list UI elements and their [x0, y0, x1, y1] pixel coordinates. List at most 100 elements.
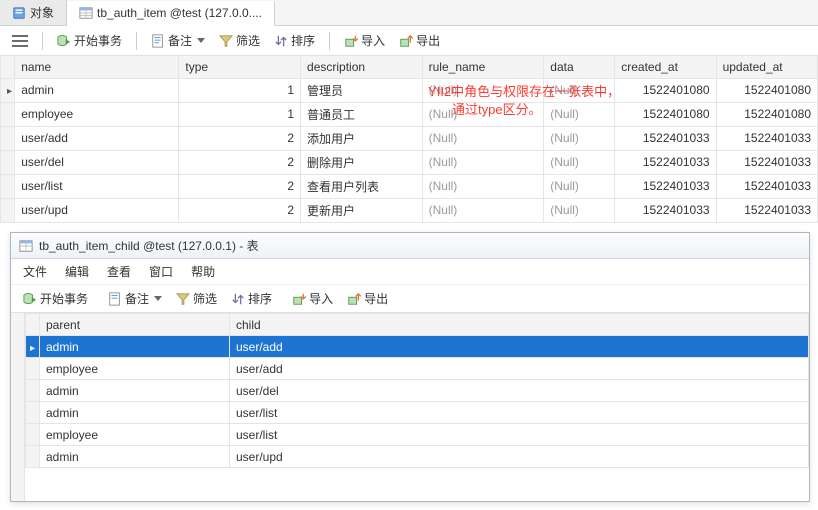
col-description[interactable]: description [301, 56, 423, 78]
menu-view[interactable]: 查看 [107, 263, 131, 280]
cell-updated-at[interactable]: 1522401033 [716, 198, 817, 222]
cell-type[interactable]: 1 [179, 102, 301, 126]
import-button[interactable]: 导入 [288, 288, 337, 309]
cell-name[interactable]: user/upd [15, 198, 179, 222]
cell-updated-at[interactable]: 1522401080 [716, 78, 817, 102]
table-row[interactable]: user/add2添加用户(Null)(Null)152240103315224… [1, 126, 818, 150]
table-row[interactable]: admin1管理员(Null)(Null)1522401080152240108… [1, 78, 818, 102]
tab-table[interactable]: tb_auth_item @test (127.0.0.... [67, 1, 275, 26]
table-row[interactable]: user/upd2更新用户(Null)(Null)152240103315224… [1, 198, 818, 222]
import-button[interactable]: 导入 [340, 30, 389, 51]
cell-created-at[interactable]: 1522401080 [615, 78, 716, 102]
cell-description[interactable]: 更新用户 [301, 198, 423, 222]
col-rule-name[interactable]: rule_name [422, 56, 544, 78]
cell-created-at[interactable]: 1522401033 [615, 198, 716, 222]
cell-type[interactable]: 1 [179, 78, 301, 102]
menu-edit[interactable]: 编辑 [65, 263, 89, 280]
cell-name[interactable]: user/del [15, 150, 179, 174]
cell-description[interactable]: 删除用户 [301, 150, 423, 174]
cell-type[interactable]: 2 [179, 126, 301, 150]
menu-file[interactable]: 文件 [23, 263, 47, 280]
cell-parent[interactable]: employee [40, 358, 230, 380]
cell-data[interactable]: (Null) [544, 150, 615, 174]
table-row[interactable]: employeeuser/add [26, 358, 809, 380]
cell-parent[interactable]: employee [40, 424, 230, 446]
memo-button[interactable]: 备注 [104, 288, 166, 309]
menu-help[interactable]: 帮助 [191, 263, 215, 280]
export-button[interactable]: 导出 [395, 30, 444, 51]
cell-type[interactable]: 2 [179, 198, 301, 222]
cell-child[interactable]: user/upd [230, 446, 809, 468]
cell-name[interactable]: admin [15, 78, 179, 102]
cell-rule-name[interactable]: (Null) [422, 102, 544, 126]
table-row[interactable]: adminuser/add [26, 336, 809, 358]
cell-created-at[interactable]: 1522401033 [615, 174, 716, 198]
table-row[interactable]: adminuser/upd [26, 446, 809, 468]
table-row[interactable]: user/list2查看用户列表(Null)(Null)152240103315… [1, 174, 818, 198]
cell-updated-at[interactable]: 1522401033 [716, 126, 817, 150]
cell-data[interactable]: (Null) [544, 174, 615, 198]
auth-item-table[interactable]: name type description rule_name data cre… [0, 56, 818, 223]
table-row[interactable]: employee1普通员工(Null)(Null)152240108015224… [1, 102, 818, 126]
cell-name[interactable]: employee [15, 102, 179, 126]
cell-child[interactable]: user/del [230, 380, 809, 402]
cell-type[interactable]: 2 [179, 174, 301, 198]
cell-rule-name[interactable]: (Null) [422, 174, 544, 198]
filter-button[interactable]: 筛选 [172, 288, 221, 309]
cell-data[interactable]: (Null) [544, 78, 615, 102]
memo-button[interactable]: 备注 [147, 30, 209, 51]
cell-child[interactable]: user/add [230, 358, 809, 380]
sort-button[interactable]: 排序 [227, 288, 276, 309]
cell-updated-at[interactable]: 1522401033 [716, 150, 817, 174]
child-window-title: tb_auth_item_child @test (127.0.0.1) - 表 [39, 237, 259, 254]
col-created-at[interactable]: created_at [615, 56, 716, 78]
cell-created-at[interactable]: 1522401033 [615, 150, 716, 174]
cell-parent[interactable]: admin [40, 336, 230, 358]
child-window-titlebar[interactable]: tb_auth_item_child @test (127.0.0.1) - 表 [11, 233, 809, 259]
cell-rule-name[interactable]: (Null) [422, 126, 544, 150]
table-row[interactable]: adminuser/del [26, 380, 809, 402]
begin-transaction-button[interactable]: 开始事务 [53, 30, 126, 51]
tab-objects[interactable]: 对象 [0, 0, 67, 25]
cell-name[interactable]: user/add [15, 126, 179, 150]
cell-parent[interactable]: admin [40, 402, 230, 424]
cell-parent[interactable]: admin [40, 380, 230, 402]
cell-created-at[interactable]: 1522401080 [615, 102, 716, 126]
cell-rule-name[interactable]: (Null) [422, 78, 544, 102]
cell-child[interactable]: user/list [230, 424, 809, 446]
cell-description[interactable]: 查看用户列表 [301, 174, 423, 198]
col-parent[interactable]: parent [40, 314, 230, 336]
cell-description[interactable]: 管理员 [301, 78, 423, 102]
cell-child[interactable]: user/add [230, 336, 809, 358]
cell-description[interactable]: 添加用户 [301, 126, 423, 150]
cell-data[interactable]: (Null) [544, 198, 615, 222]
auth-item-child-table[interactable]: parent child adminuser/addemployeeuser/a… [25, 313, 809, 468]
col-child[interactable]: child [230, 314, 809, 336]
menu-window[interactable]: 窗口 [149, 263, 173, 280]
table-row[interactable]: employeeuser/list [26, 424, 809, 446]
cell-updated-at[interactable]: 1522401080 [716, 102, 817, 126]
cell-created-at[interactable]: 1522401033 [615, 126, 716, 150]
table-row[interactable]: user/del2删除用户(Null)(Null)152240103315224… [1, 150, 818, 174]
cell-child[interactable]: user/list [230, 402, 809, 424]
col-type[interactable]: type [179, 56, 301, 78]
button-label: 筛选 [236, 32, 260, 49]
cell-type[interactable]: 2 [179, 150, 301, 174]
cell-parent[interactable]: admin [40, 446, 230, 468]
cell-data[interactable]: (Null) [544, 126, 615, 150]
menu-button[interactable] [8, 32, 32, 50]
export-button[interactable]: 导出 [343, 288, 392, 309]
table-row[interactable]: adminuser/list [26, 402, 809, 424]
cell-rule-name[interactable]: (Null) [422, 150, 544, 174]
cell-description[interactable]: 普通员工 [301, 102, 423, 126]
cell-data[interactable]: (Null) [544, 102, 615, 126]
begin-transaction-button[interactable]: 开始事务 [19, 288, 92, 309]
col-name[interactable]: name [15, 56, 179, 78]
col-data[interactable]: data [544, 56, 615, 78]
col-updated-at[interactable]: updated_at [716, 56, 817, 78]
cell-updated-at[interactable]: 1522401033 [716, 174, 817, 198]
sort-button[interactable]: 排序 [270, 30, 319, 51]
cell-rule-name[interactable]: (Null) [422, 198, 544, 222]
filter-button[interactable]: 筛选 [215, 30, 264, 51]
cell-name[interactable]: user/list [15, 174, 179, 198]
